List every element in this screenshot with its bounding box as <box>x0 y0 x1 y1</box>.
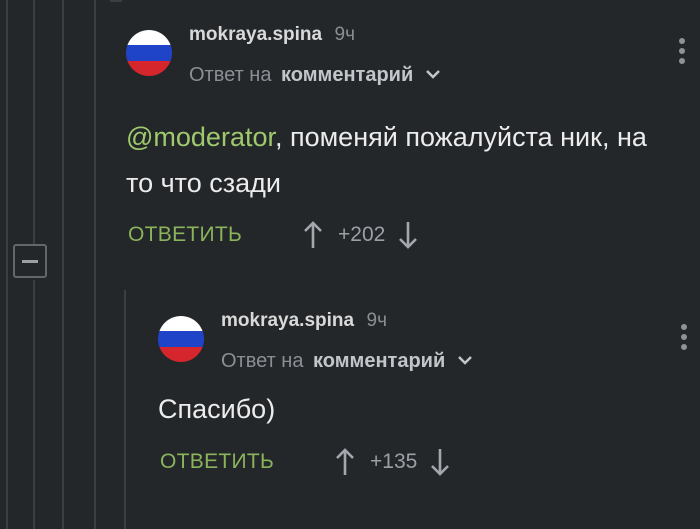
arrow-down-icon[interactable] <box>393 218 423 252</box>
reply-prefix: Ответ на <box>189 64 272 86</box>
arrow-up-icon[interactable] <box>330 445 360 479</box>
reply-to-line: Ответ на комментарий <box>189 62 441 87</box>
comment-time: 9ч <box>366 310 387 331</box>
avatar[interactable] <box>158 316 204 362</box>
reply-to-line: Ответ на комментарий <box>221 348 473 373</box>
comment-thread: mokraya.spina 9ч Ответ на комментарий @m… <box>0 0 700 529</box>
parent-comment-link[interactable]: комментарий <box>313 350 445 372</box>
rating-count: +202 <box>338 223 386 246</box>
reply-button[interactable]: ОТВЕТИТЬ <box>160 450 330 474</box>
reply-button[interactable]: ОТВЕТИТЬ <box>128 223 298 247</box>
user-mention-link[interactable]: @moderator <box>126 122 275 152</box>
chevron-down-icon[interactable] <box>457 348 473 371</box>
collapse-thread-button[interactable] <box>13 244 47 278</box>
comment-header: mokraya.spina 9ч <box>189 24 355 46</box>
thread-line <box>6 0 8 529</box>
reply-prefix: Ответ на <box>221 350 304 372</box>
rating-count: +135 <box>370 450 418 473</box>
thread-line <box>62 0 64 529</box>
comment-body: Спасибо) <box>158 394 276 424</box>
arrow-up-icon[interactable] <box>298 218 328 252</box>
thread-line-tick <box>110 0 122 2</box>
comment-actions: ОТВЕТИТЬ +135 <box>160 445 455 479</box>
username[interactable]: mokraya.spina <box>221 310 354 331</box>
thread-line[interactable] <box>124 290 126 529</box>
comment-header: mokraya.spina 9ч <box>221 310 387 332</box>
chevron-down-icon[interactable] <box>425 62 441 85</box>
comment-body: @moderator, поменяй пожалуйста ник, на т… <box>126 114 666 206</box>
parent-comment-link[interactable]: комментарий <box>281 64 413 86</box>
avatar[interactable] <box>126 30 172 76</box>
more-vertical-icon[interactable] <box>680 324 688 354</box>
more-vertical-icon[interactable] <box>678 38 686 68</box>
comment-actions: ОТВЕТИТЬ +202 <box>128 218 423 252</box>
minus-icon <box>22 259 38 263</box>
comment-time: 9ч <box>334 24 355 45</box>
thread-line <box>94 0 96 529</box>
thread-line <box>33 0 35 250</box>
thread-line <box>33 280 35 529</box>
arrow-down-icon[interactable] <box>425 445 455 479</box>
username[interactable]: mokraya.spina <box>189 24 322 45</box>
